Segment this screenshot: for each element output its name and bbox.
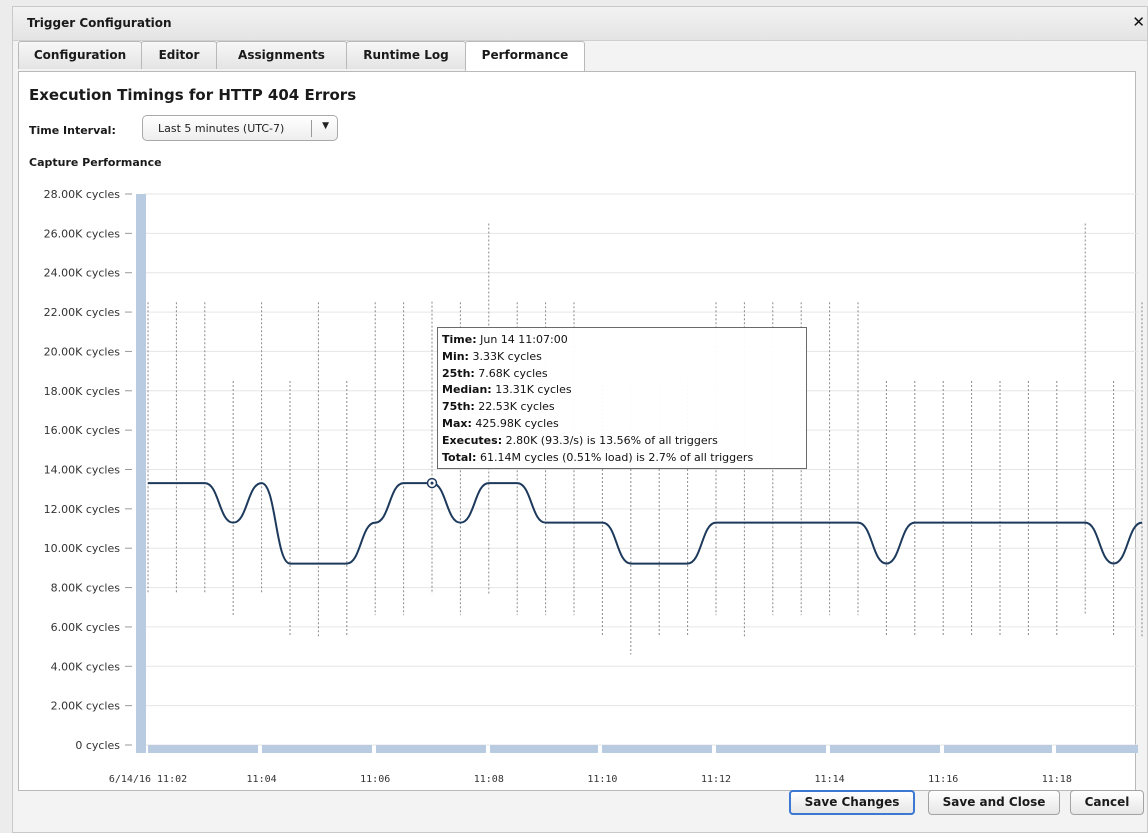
highlighted-point-dot (430, 481, 434, 485)
tooltip-p75-value: 22.53K cycles (478, 400, 555, 414)
x-axis-segment (262, 745, 372, 753)
tooltip-p25-label: 25th: (442, 366, 475, 380)
x-tick-label: 11:12 (701, 774, 731, 785)
y-tick-label: 12.00K cycles (44, 503, 121, 516)
y-tick-label: 18.00K cycles (44, 385, 121, 398)
x-axis-segment (490, 745, 598, 753)
tooltip-time-value: Jun 14 11:07:00 (480, 333, 568, 346)
tooltip-median-label: Median: (442, 383, 492, 397)
x-tick-label: 11:04 (247, 774, 277, 785)
tooltip-total-label: Total: (442, 450, 477, 464)
save-and-close-button[interactable]: Save and Close (928, 790, 1060, 815)
x-axis-segment (716, 745, 826, 753)
median-line (147, 482, 1143, 565)
x-tick-label: 11:10 (587, 774, 617, 785)
y-tick-label: 28.00K cycles (44, 188, 121, 201)
y-tick-label: 20.00K cycles (44, 345, 121, 358)
tooltip-max-value: 425.98K cycles (475, 416, 559, 430)
tooltip-executes-value: 2.80K (93.3/s) is 13.56% of all triggers (505, 433, 718, 447)
tooltip-max-label: Max: (442, 416, 472, 430)
x-tick-label: 11:16 (928, 774, 958, 785)
tooltip-total-value: 61.14M cycles (0.51% load) is 2.7% of al… (479, 450, 754, 464)
tooltip-p75-label: 75th: (442, 400, 475, 414)
tooltip-min-value: 3.33K cycles (472, 349, 542, 363)
y-tick-label: 16.00K cycles (44, 424, 121, 437)
tooltip-min-label: Min: (442, 349, 469, 363)
y-tick-label: 8.00K cycles (51, 582, 121, 595)
tooltip-time-label: Time: (442, 333, 477, 346)
x-tick-label: 6/14/16 11:02 (109, 774, 187, 785)
y-tick-label: 0 cycles (75, 739, 120, 752)
tooltip-p25-value: 7.68K cycles (478, 366, 548, 380)
x-axis-segment (602, 745, 712, 753)
y-axis-bar (136, 194, 146, 753)
y-tick-label: 14.00K cycles (44, 464, 121, 477)
y-tick-label: 6.00K cycles (51, 621, 121, 634)
x-axis-segment (830, 745, 940, 753)
save-changes-button[interactable]: Save Changes (789, 790, 915, 815)
y-tick-label: 10.00K cycles (44, 542, 121, 555)
chart-tooltip: Time: Jun 14 11:07:00 Min: 3.33K cycles … (437, 327, 807, 469)
y-tick-label: 26.00K cycles (44, 227, 121, 240)
tooltip-median-value: 13.31K cycles (495, 383, 572, 397)
y-tick-label: 24.00K cycles (44, 267, 121, 280)
tooltip-executes-label: Executes: (442, 433, 503, 447)
x-axis-segment (944, 745, 1052, 753)
x-axis-segment (148, 745, 258, 753)
x-tick-label: 11:18 (1042, 774, 1072, 785)
y-tick-label: 4.00K cycles (51, 660, 121, 673)
y-tick-label: 2.00K cycles (51, 700, 121, 713)
cancel-button[interactable]: Cancel (1070, 790, 1144, 815)
x-tick-label: 11:08 (474, 774, 504, 785)
x-axis-segment (1056, 745, 1138, 753)
x-axis-segment (376, 745, 486, 753)
y-tick-label: 22.00K cycles (44, 306, 121, 319)
x-tick-label: 11:14 (815, 774, 845, 785)
x-tick-label: 11:06 (360, 774, 390, 785)
